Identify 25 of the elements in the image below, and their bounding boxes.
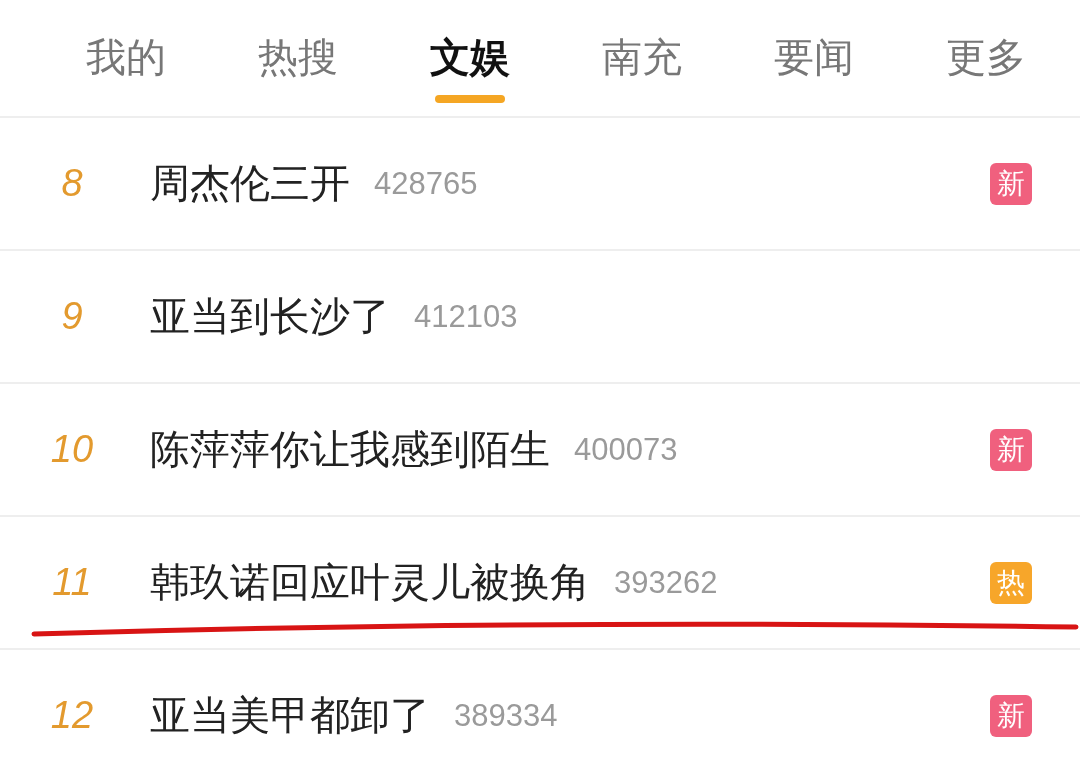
heat-count: 389334 — [454, 697, 558, 734]
heat-count: 412103 — [414, 298, 518, 335]
rank-number: 11 — [51, 561, 93, 604]
tab[interactable]: 文娱 — [396, 0, 544, 116]
new-tag: 新 — [990, 694, 1032, 737]
heat-count: 400073 — [574, 431, 678, 468]
heat-count: 393262 — [614, 564, 718, 601]
rank-number: 8 — [60, 162, 84, 205]
topic-title[interactable]: 周杰伦三开 — [150, 156, 350, 211]
tab[interactable]: 我的 — [52, 0, 200, 116]
tab[interactable]: 热搜 — [224, 0, 372, 116]
new-tag: 新 — [990, 162, 1032, 205]
hot-tag: 热 — [990, 561, 1032, 604]
tab[interactable]: 更多 — [912, 0, 1060, 116]
rank-number: 10 — [49, 428, 95, 471]
topic-title[interactable]: 陈萍萍你让我感到陌生 — [150, 422, 550, 477]
tab[interactable]: 南充 — [568, 0, 716, 116]
heat-count: 428765 — [374, 165, 478, 202]
topic-title[interactable]: 亚当到长沙了 — [150, 289, 390, 344]
topic-title[interactable]: 韩玖诺回应叶灵儿被换角 — [150, 555, 590, 610]
rank-number: 9 — [60, 295, 84, 338]
topic-title[interactable]: 亚当美甲都卸了 — [150, 688, 430, 743]
new-tag: 新 — [990, 428, 1032, 471]
tab[interactable]: 要闻 — [740, 0, 888, 116]
rank-number: 12 — [49, 694, 95, 737]
